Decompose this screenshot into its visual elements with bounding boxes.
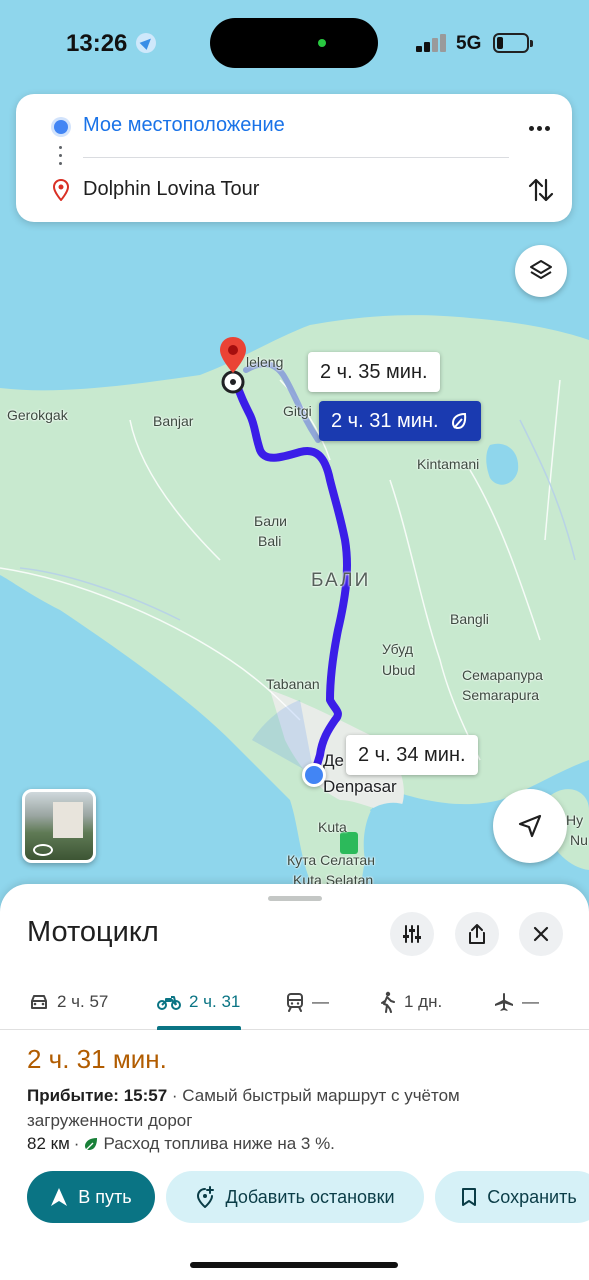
tab-car-label: 2 ч. 57	[57, 992, 109, 1011]
map-label-semarapura-ru: Семарапура	[462, 667, 543, 683]
add-location-icon	[197, 1186, 215, 1208]
destination-marker[interactable]	[218, 335, 250, 395]
street-view-image	[53, 802, 83, 838]
save-label: Сохранить	[487, 1186, 577, 1207]
layers-button[interactable]	[515, 245, 567, 297]
tab-transit[interactable]: —	[286, 974, 329, 1030]
route-options-button[interactable]	[390, 912, 434, 956]
route-time-main-label: 2 ч. 31 мин.	[331, 410, 439, 432]
origin-field[interactable]: Мое местоположение	[83, 114, 285, 137]
map-label-bali-region: БАЛИ	[311, 570, 371, 591]
map-label-kintamani: Kintamani	[417, 456, 480, 472]
dynamic-island	[210, 18, 378, 68]
close-icon	[533, 926, 549, 942]
map-label-bali-en: Bali	[258, 533, 282, 549]
origin-dot-icon	[54, 120, 68, 134]
map-label-ubud-en: Ubud	[382, 662, 416, 678]
tab-flight-label: —	[522, 992, 539, 1011]
map-pin-icon	[220, 337, 246, 394]
tab-motorcycle-label: 2 ч. 31	[189, 992, 241, 1011]
camera-indicator-icon	[318, 39, 326, 47]
route-stats: 82 км · Расход топлива ниже на 3 %.	[27, 1134, 335, 1154]
start-button[interactable]: В путь	[27, 1171, 155, 1223]
home-indicator[interactable]	[190, 1262, 398, 1268]
arrival-time: Прибытие: 15:57	[27, 1086, 168, 1105]
eco-leaf-icon	[451, 412, 466, 430]
tab-flight[interactable]: —	[494, 974, 539, 1030]
map-label-bali-ru: Бали	[254, 513, 287, 529]
map-label-kuta-selatan-ru: Кута Селатан	[287, 852, 375, 868]
map-label-nusa-en: Nu	[570, 832, 588, 848]
network-type: 5G	[456, 33, 482, 54]
map-label-banjar: Banjar	[153, 413, 194, 429]
share-icon	[469, 924, 485, 944]
rotate-360-icon	[33, 844, 53, 856]
map-label-denpasar-ru: Де	[323, 751, 344, 770]
start-button-label: В путь	[78, 1186, 132, 1207]
location-services-icon	[136, 33, 156, 53]
destination-field[interactable]: Dolphin Lovina Tour	[83, 178, 259, 201]
bookmark-icon	[462, 1188, 477, 1206]
tab-transit-label: —	[312, 992, 329, 1011]
map-label-tabanan: Tabanan	[266, 676, 320, 692]
my-location-button[interactable]	[493, 789, 567, 863]
tab-motorcycle[interactable]: 2 ч. 31	[157, 974, 241, 1030]
travel-mode-tabs: 2 ч. 57 2 ч. 31 — 1 дн. —	[0, 974, 589, 1030]
map-label-nusa-ru: Ну	[566, 812, 584, 828]
navigation-icon	[51, 1188, 68, 1206]
map-label-kuta: Kuta	[318, 819, 347, 835]
close-button[interactable]	[519, 912, 563, 956]
route-connector-icon	[59, 146, 63, 166]
navigation-arrow-icon	[518, 814, 542, 838]
signal-icon	[416, 34, 448, 52]
save-button[interactable]: Сохранить	[435, 1171, 589, 1223]
action-buttons: В путь Добавить остановки Сохранить	[0, 1171, 589, 1223]
tune-icon	[403, 925, 421, 943]
destination-pin-icon	[52, 178, 70, 206]
tab-walk-label: 1 дн.	[404, 992, 443, 1011]
directions-sheet: Мотоцикл 2 ч. 57 2 ч. 31 — 1 дн. — 2 ч. …	[0, 884, 589, 1280]
add-stops-button[interactable]: Добавить остановки	[166, 1171, 424, 1223]
sheet-grabber[interactable]	[268, 896, 322, 901]
status-time: 13:26	[66, 30, 128, 57]
map-label-semarapura-en: Semarapura	[462, 687, 540, 703]
current-location-dot	[302, 763, 326, 787]
map-label-denpasar: Denpasar	[323, 777, 397, 796]
tab-walk[interactable]: 1 дн.	[378, 974, 442, 1030]
train-icon	[287, 993, 303, 1012]
swap-icon[interactable]	[526, 174, 556, 206]
fuel-note: Расход топлива ниже на 3 %.	[103, 1134, 335, 1153]
sheet-title: Мотоцикл	[27, 916, 159, 948]
map-label-leleng: leleng	[246, 354, 284, 370]
separator-dot: ·	[73, 1134, 80, 1153]
route-time-main[interactable]: 2 ч. 31 мин.	[319, 401, 481, 441]
street-view-thumbnail[interactable]	[22, 789, 96, 863]
route-time-alt1[interactable]: 2 ч. 35 мин.	[308, 352, 440, 392]
route-time-alt2[interactable]: 2 ч. 34 мин.	[346, 735, 478, 775]
car-icon	[31, 995, 47, 1009]
share-button[interactable]	[455, 912, 499, 956]
motorcycle-icon	[157, 996, 181, 1010]
walk-icon	[381, 991, 395, 1013]
battery-icon	[493, 33, 533, 53]
more-options-button[interactable]	[524, 118, 554, 138]
layers-icon	[530, 260, 552, 279]
tab-active-indicator	[157, 1026, 241, 1030]
divider	[83, 157, 509, 158]
route-distance: 82 км	[27, 1134, 70, 1153]
eta-duration: 2 ч. 31 мин.	[27, 1044, 167, 1074]
map-label-gitgit: Gitgi	[283, 403, 312, 419]
tab-car[interactable]: 2 ч. 57	[29, 974, 108, 1030]
map-label-bangli: Bangli	[450, 611, 489, 627]
add-stops-label: Добавить остановки	[225, 1186, 395, 1207]
map-label-gerokgak: Gerokgak	[7, 407, 68, 423]
route-card: Мое местоположение Dolphin Lovina Tour	[16, 94, 572, 222]
map-label-ubud-ru: Убуд	[382, 641, 414, 657]
status-bar: 13:26 5G	[0, 0, 589, 88]
airplane-icon	[495, 993, 513, 1011]
route-details: Прибытие: 15:57 · Самый быстрый маршрут …	[27, 1083, 547, 1133]
eco-leaf-icon	[85, 1138, 98, 1151]
